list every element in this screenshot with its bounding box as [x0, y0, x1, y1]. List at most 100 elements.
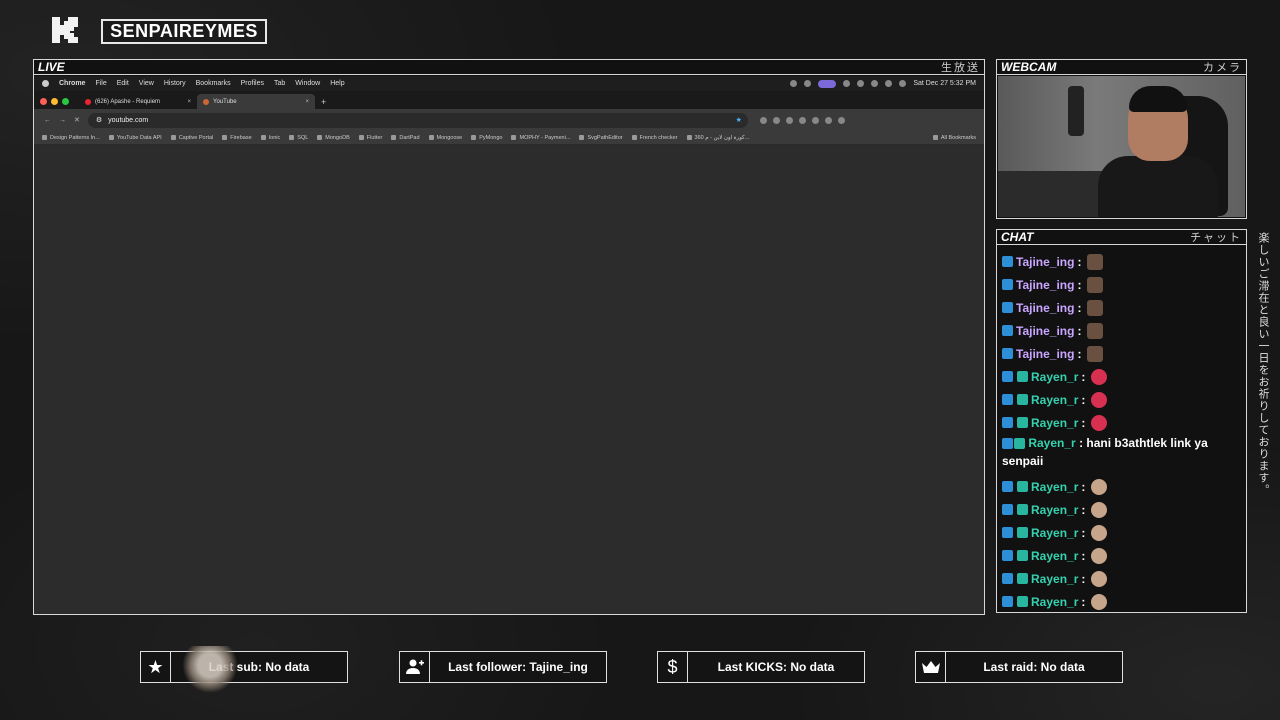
zoom-window-icon[interactable]: [62, 97, 69, 105]
apple-icon[interactable]: [42, 80, 49, 87]
bookmark-item[interactable]: PyMongo: [471, 135, 502, 141]
settings-icon[interactable]: [857, 80, 865, 87]
minimize-window-icon[interactable]: [51, 97, 58, 105]
search-icon[interactable]: [899, 80, 907, 87]
bookmark-item[interactable]: DartPad: [391, 135, 420, 141]
chat-username[interactable]: Rayen_r: [1031, 572, 1078, 586]
menu-bookmarks[interactable]: Bookmarks: [196, 80, 231, 87]
emote-icon: [1087, 253, 1104, 270]
chat-username[interactable]: Rayen_r: [1031, 370, 1078, 384]
chat-username[interactable]: Rayen_r: [1031, 526, 1078, 540]
cast-icon[interactable]: [804, 80, 812, 87]
sub-badge-icon: [1017, 481, 1028, 492]
side-japanese-text: 楽しいご滞在と良い一日をお祈りしております。: [1257, 232, 1269, 496]
page-content-loading[interactable]: [34, 145, 984, 614]
toolbar: ← → ✕ ⚙ youtube.com ★: [34, 109, 984, 131]
star-icon: ★: [141, 652, 171, 682]
wifi-icon[interactable]: [885, 80, 893, 87]
crown-icon: [916, 652, 946, 682]
menu-profiles[interactable]: Profiles: [241, 80, 264, 87]
bookmark-item[interactable]: 360 كورة اون لاين - م...: [686, 135, 749, 141]
chat-username[interactable]: Tajine_ing: [1016, 278, 1074, 292]
chat-username[interactable]: Rayen_r: [1028, 436, 1075, 450]
badge-icon: [1002, 596, 1013, 607]
chat-username[interactable]: Tajine_ing: [1016, 324, 1074, 338]
extension-icon[interactable]: [811, 116, 819, 124]
chat-text: :: [1077, 323, 1082, 338]
bookmark-item[interactable]: French checker: [631, 135, 678, 141]
new-tab-icon[interactable]: +: [321, 97, 326, 107]
chat-username[interactable]: Rayen_r: [1031, 503, 1078, 517]
chat-title: CHAT: [1001, 230, 1034, 244]
address-bar[interactable]: ⚙ youtube.com ★: [87, 112, 748, 128]
chat-text: :: [1077, 254, 1082, 269]
bookmark-item[interactable]: SvgPathEditor: [579, 135, 623, 141]
chat-message: Rayen_r:: [1002, 544, 1241, 567]
bookmark-item[interactable]: MongoDB: [317, 135, 350, 141]
chat-username[interactable]: Rayen_r: [1031, 549, 1078, 563]
bookmark-item[interactable]: Ionic: [260, 135, 280, 141]
menu-help[interactable]: Help: [330, 80, 344, 87]
chat-text: :: [1081, 525, 1086, 540]
menu-edit[interactable]: Edit: [117, 80, 129, 87]
chat-text: :: [1077, 346, 1082, 361]
bookmark-item[interactable]: Design Patterns In...: [42, 135, 100, 141]
sub-badge-icon: [1017, 417, 1028, 428]
last-sub-box: ★ Last sub: No data: [140, 651, 348, 683]
chat-username[interactable]: Rayen_r: [1031, 393, 1078, 407]
chat-username[interactable]: Rayen_r: [1031, 480, 1078, 494]
menu-window[interactable]: Window: [295, 80, 320, 87]
sub-badge-icon: [1017, 371, 1028, 382]
chat-username[interactable]: Rayen_r: [1031, 416, 1078, 430]
bookmark-item[interactable]: Flutter: [358, 135, 382, 141]
bookmark-star-icon[interactable]: ★: [736, 116, 748, 124]
record-icon[interactable]: [790, 80, 798, 87]
sub-badge-icon: [1017, 527, 1028, 538]
bluetooth-icon[interactable]: [871, 80, 879, 87]
close-window-icon[interactable]: [40, 97, 47, 105]
menu-tab[interactable]: Tab: [274, 80, 285, 87]
chat-username[interactable]: Tajine_ing: [1016, 347, 1074, 361]
bookmark-item[interactable]: Mongoose: [428, 135, 462, 141]
extension-icon[interactable]: [772, 116, 780, 124]
extension-icon[interactable]: [798, 116, 806, 124]
clock[interactable]: Sat Dec 27 5:32 PM: [913, 80, 976, 87]
menu-view[interactable]: View: [139, 80, 154, 87]
bookmark-item[interactable]: SQL: [289, 135, 308, 141]
bookmark-item[interactable]: YouTube Data API: [108, 135, 162, 141]
tab-youtube[interactable]: YouTube ×: [197, 94, 315, 109]
webcam-header: WEBCAM カメラ: [997, 60, 1246, 75]
chat-message: Rayen_r:: [1002, 521, 1241, 544]
tab-apashe[interactable]: (626) Apashe - Requiem ×: [79, 94, 197, 109]
profile-avatar-icon[interactable]: [824, 116, 832, 124]
extension-icon[interactable]: [759, 116, 767, 124]
more-menu-icon[interactable]: [837, 116, 845, 124]
tab-strip: (626) Apashe - Requiem × YouTube × +: [34, 91, 984, 109]
stop-loading-icon[interactable]: ✕: [74, 116, 80, 124]
extension-icon[interactable]: [785, 116, 793, 124]
sub-badge-icon: [1017, 394, 1028, 405]
menu-history[interactable]: History: [164, 80, 186, 87]
dollar-icon: $: [658, 652, 688, 682]
close-tab-icon[interactable]: ×: [305, 99, 309, 105]
control-icon[interactable]: [843, 80, 851, 87]
status-pill-icon[interactable]: [818, 79, 837, 88]
bookmarks-bar: Design Patterns In... YouTube Data API C…: [34, 131, 984, 145]
sub-badge-icon: [1017, 596, 1028, 607]
bookmark-item[interactable]: Firebase: [222, 135, 252, 141]
chat-username[interactable]: Tajine_ing: [1016, 255, 1074, 269]
site-info-icon[interactable]: ⚙: [96, 116, 102, 124]
chat-username[interactable]: Rayen_r: [1031, 595, 1078, 609]
all-bookmarks[interactable]: All Bookmarks: [932, 135, 976, 141]
back-icon[interactable]: ←: [44, 117, 51, 124]
close-tab-icon[interactable]: ×: [187, 99, 191, 105]
chat-messages: Tajine_ing: Tajine_ing: Tajine_ing: Taji…: [998, 246, 1245, 611]
bookmark-item[interactable]: Captive Portal: [170, 135, 213, 141]
forward-icon[interactable]: →: [59, 117, 66, 124]
menu-chrome[interactable]: Chrome: [59, 80, 85, 87]
chat-message: Tajine_ing:: [1002, 273, 1241, 296]
emote-icon: [1087, 299, 1104, 316]
bookmark-item[interactable]: MOPHY - Paymeni...: [511, 135, 570, 141]
menu-file[interactable]: File: [95, 80, 106, 87]
chat-username[interactable]: Tajine_ing: [1016, 301, 1074, 315]
